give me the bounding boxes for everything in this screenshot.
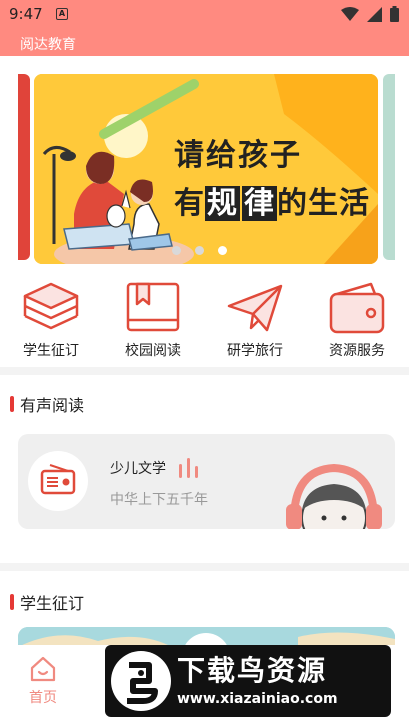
notification-icon: A: [56, 8, 68, 20]
carousel-dot-active[interactable]: [218, 246, 227, 255]
menu-item-student-order[interactable]: 学生征订: [0, 270, 102, 366]
banner-line-2: 有规 律的生活: [174, 178, 374, 222]
menu-label: 资源服务: [329, 343, 385, 359]
status-bar: 9:47 A: [0, 0, 409, 30]
layers-icon: [23, 282, 79, 330]
radio-icon: [40, 464, 76, 495]
status-time: 9:47: [9, 5, 43, 23]
menu-label: 研学旅行: [227, 343, 283, 359]
watermark-logo: [111, 651, 171, 711]
watermark-overlay: 下载鸟资源 www.xiazainiao.com: [105, 645, 391, 717]
audio-wave-icon: [179, 458, 198, 478]
section-title-audio: 有声阅读: [10, 392, 84, 416]
battery-icon: [390, 6, 399, 22]
section-divider: [0, 563, 409, 571]
banner-headline: 请给孩子 有规 律的生活: [174, 130, 374, 222]
watermark-title: 下载鸟资源: [177, 654, 328, 687]
system-icons: [341, 6, 399, 22]
section-accent-bar: [10, 594, 14, 610]
banner-line-2-prefix: 有: [174, 186, 205, 221]
wifi-icon: [341, 6, 359, 21]
banner-next-peek[interactable]: [383, 74, 395, 260]
paper-plane-icon: [227, 284, 283, 332]
banner-box-2: 律: [242, 186, 277, 221]
banner-box-1: 规: [205, 186, 240, 221]
banner-slide[interactable]: 请给孩子 有规 律的生活: [34, 74, 378, 264]
home-icon: [30, 656, 56, 682]
section-title-student: 学生征订: [10, 590, 84, 614]
audio-title: 少儿文学: [110, 461, 166, 477]
audio-card[interactable]: 少儿文学 中华上下五千年: [18, 434, 395, 529]
book-icon: [126, 282, 180, 332]
watermark-url: www.xiazainiao.com: [177, 691, 338, 707]
carousel-indicators: [172, 246, 227, 255]
tab-home-label: 首页: [29, 690, 57, 706]
section-accent-bar: [10, 396, 14, 412]
app-title: 阅达教育: [20, 37, 76, 53]
audio-subtitle: 中华上下五千年: [110, 492, 208, 508]
headphones-kid-icon: [286, 463, 382, 529]
section-title-text: 有声阅读: [20, 396, 85, 415]
banner-carousel[interactable]: 请给孩子 有规 律的生活: [0, 56, 409, 268]
menu-item-resource-service[interactable]: 资源服务: [306, 270, 408, 366]
wallet-icon: [329, 282, 385, 334]
bird-logo-icon: [127, 662, 158, 704]
banner-line-1: 请给孩子: [174, 138, 302, 173]
menu-item-campus-reading[interactable]: 校园阅读: [102, 270, 204, 366]
menu-label: 校园阅读: [125, 343, 181, 359]
section-title-text: 学生征订: [20, 594, 85, 613]
section-divider: [0, 367, 409, 375]
radio-icon-circle: [28, 451, 88, 511]
banner-line-2-suffix: 的生活: [277, 186, 370, 221]
carousel-dot[interactable]: [172, 246, 181, 255]
signal-icon: [367, 6, 382, 22]
tab-home[interactable]: 首页: [18, 655, 68, 707]
quick-menu: 学生征订 校园阅读 研学旅行 资源服务: [0, 270, 409, 366]
app-bar: 阅达教育: [0, 30, 409, 56]
menu-item-study-tour[interactable]: 研学旅行: [204, 270, 306, 366]
banner-prev-peek[interactable]: [18, 74, 30, 260]
menu-label: 学生征订: [23, 343, 79, 359]
carousel-dot[interactable]: [195, 246, 204, 255]
